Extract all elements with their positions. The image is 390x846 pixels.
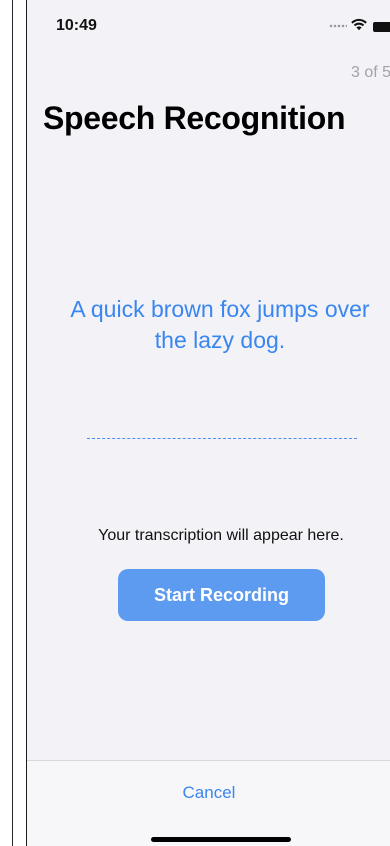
left-edge-line: [12, 0, 13, 846]
home-indicator[interactable]: [151, 837, 291, 842]
cancel-button[interactable]: Cancel: [164, 780, 254, 806]
prompt-sentence: A quick brown fox jumps over the lazy do…: [70, 296, 370, 353]
start-recording-button[interactable]: Start Recording: [118, 569, 325, 621]
battery-icon: [373, 22, 390, 32]
page-title: Speech Recognition: [43, 100, 346, 136]
wifi-icon: [351, 18, 367, 31]
step-counter: 3 of 5: [351, 64, 390, 81]
bottom-toolbar: Cancel: [27, 760, 390, 846]
transcription-divider: [87, 438, 357, 439]
left-edge-strip: [0, 0, 26, 846]
transcription-text: Your transcription will appear here.: [98, 527, 344, 544]
screen: 10:49 3 of 5 Speech Recognition A quick …: [26, 0, 390, 846]
cellular-dots-icon: [329, 24, 347, 28]
status-time: 10:49: [56, 17, 97, 34]
